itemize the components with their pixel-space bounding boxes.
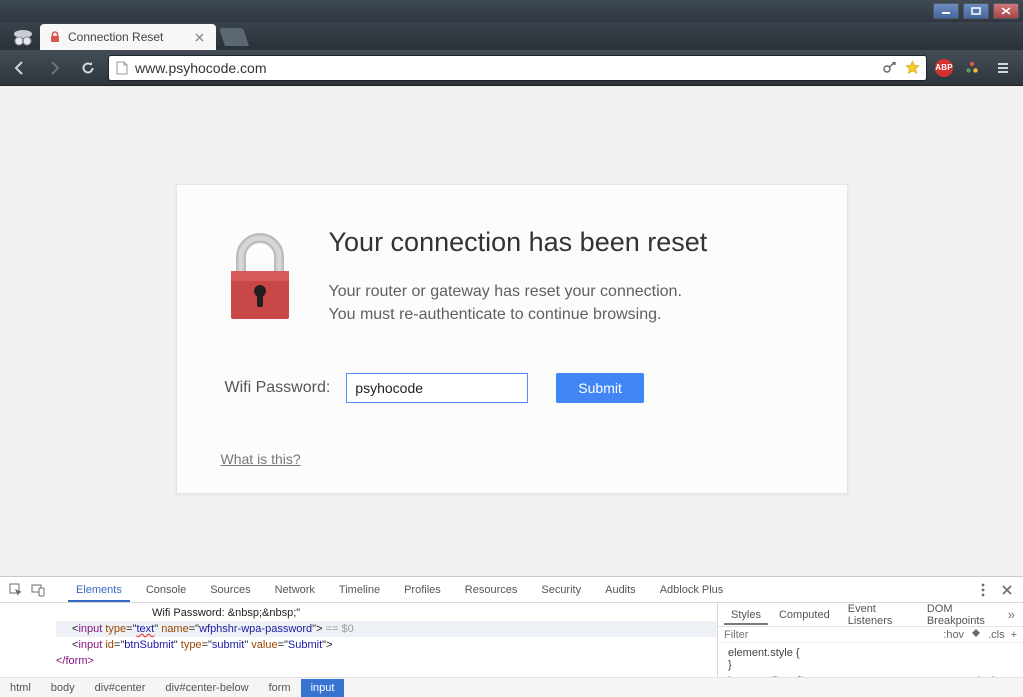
- elements-line[interactable]: <input id="btnSubmit" type="submit" valu…: [56, 637, 717, 653]
- tab-title: Connection Reset: [68, 30, 163, 44]
- style-rule-line: }: [728, 659, 1013, 671]
- devtools-breadcrumbs: html body div#center div#center-below fo…: [0, 677, 1023, 697]
- abp-extension-button[interactable]: ABP: [933, 57, 955, 79]
- url-input[interactable]: [135, 60, 876, 76]
- crumb-center-below[interactable]: div#center-below: [155, 679, 258, 697]
- back-button[interactable]: [6, 54, 34, 82]
- devtools-tab-console[interactable]: Console: [138, 578, 194, 602]
- devtools-panel: Elements Console Sources Network Timelin…: [0, 576, 1023, 697]
- bookmark-star-icon[interactable]: [904, 60, 920, 76]
- key-icon[interactable]: [882, 60, 898, 76]
- what-is-this-link[interactable]: What is this?: [221, 451, 301, 467]
- card-line1: Your router or gateway has reset your co…: [329, 280, 708, 303]
- lock-favicon-icon: [48, 30, 62, 44]
- address-bar[interactable]: [108, 55, 927, 81]
- devtools-tab-profiles[interactable]: Profiles: [396, 578, 449, 602]
- styles-add-rule-icon[interactable]: +: [1011, 629, 1017, 641]
- lock-icon: [221, 227, 299, 327]
- window-minimize-button[interactable]: [933, 3, 959, 19]
- styles-pin-icon[interactable]: [970, 627, 982, 642]
- crumb-input[interactable]: input: [301, 679, 345, 697]
- devtools-styles-pane: Styles Computed Event Listeners DOM Brea…: [717, 603, 1023, 677]
- page-icon: [115, 61, 129, 75]
- styles-hov-toggle[interactable]: :hov: [943, 629, 964, 641]
- extension-button[interactable]: [961, 57, 983, 79]
- devtools-tab-network[interactable]: Network: [267, 578, 323, 602]
- style-rule-line: element.style {: [728, 647, 1013, 659]
- devtools-more-icon[interactable]: [975, 582, 991, 598]
- menu-button[interactable]: [989, 54, 1017, 82]
- wifi-password-input[interactable]: [346, 373, 528, 403]
- crumb-html[interactable]: html: [0, 679, 41, 697]
- inspect-element-icon[interactable]: [8, 582, 24, 598]
- styles-tab-computed[interactable]: Computed: [772, 605, 837, 625]
- crumb-center[interactable]: div#center: [85, 679, 156, 697]
- page-viewport: Your connection has been reset Your rout…: [0, 86, 1023, 576]
- devtools-tab-security[interactable]: Security: [533, 578, 589, 602]
- window-close-button[interactable]: [993, 3, 1019, 19]
- browser-toolbar: ABP: [0, 50, 1023, 86]
- elements-line-close[interactable]: </form>: [56, 653, 717, 669]
- styles-tab-overflow-icon[interactable]: »: [1008, 607, 1023, 622]
- styles-tab-dombreakpoints[interactable]: DOM Breakpoints: [920, 599, 1004, 631]
- reset-card: Your connection has been reset Your rout…: [176, 184, 848, 494]
- card-line2: You must re-authenticate to continue bro…: [329, 303, 708, 326]
- wifi-password-label: Wifi Password:: [225, 379, 331, 397]
- browser-tab[interactable]: Connection Reset: [40, 24, 216, 50]
- devtools-close-icon[interactable]: [999, 582, 1015, 598]
- devtools-tab-sources[interactable]: Sources: [202, 578, 258, 602]
- crumb-form[interactable]: form: [259, 679, 301, 697]
- incognito-icon: [6, 24, 40, 50]
- forward-button[interactable]: [40, 54, 68, 82]
- reload-button[interactable]: [74, 54, 102, 82]
- window-titlebar: [0, 0, 1023, 22]
- elements-line-text: Wifi Password: &nbsp;&nbsp;": [56, 605, 717, 621]
- devtools-elements-tree[interactable]: Wifi Password: &nbsp;&nbsp;" <input type…: [0, 603, 717, 677]
- device-toolbar-icon[interactable]: [30, 582, 46, 598]
- devtools-tab-adblockplus[interactable]: Adblock Plus: [652, 578, 732, 602]
- devtools-tab-resources[interactable]: Resources: [457, 578, 526, 602]
- elements-line-selected[interactable]: <input type="text" name="wfphshr-wpa-pas…: [56, 621, 717, 637]
- styles-filter-input[interactable]: [724, 629, 937, 641]
- new-tab-button[interactable]: [219, 28, 249, 46]
- devtools-tab-timeline[interactable]: Timeline: [331, 578, 388, 602]
- browser-tabstrip: Connection Reset: [0, 22, 1023, 50]
- devtools-tab-elements[interactable]: Elements: [68, 578, 130, 602]
- omnibox-right-icons: [882, 60, 920, 76]
- window-maximize-button[interactable]: [963, 3, 989, 19]
- tab-close-button[interactable]: [192, 30, 206, 44]
- styles-tab-eventlisteners[interactable]: Event Listeners: [841, 599, 916, 631]
- wifi-form-row: Wifi Password: Submit: [221, 373, 803, 403]
- styles-cls-toggle[interactable]: .cls: [988, 629, 1005, 641]
- crumb-body[interactable]: body: [41, 679, 85, 697]
- devtools-tab-audits[interactable]: Audits: [597, 578, 644, 602]
- abp-badge: ABP: [935, 59, 953, 77]
- styles-tab-styles[interactable]: Styles: [724, 605, 768, 625]
- submit-button[interactable]: Submit: [556, 373, 644, 403]
- card-heading: Your connection has been reset: [329, 227, 708, 258]
